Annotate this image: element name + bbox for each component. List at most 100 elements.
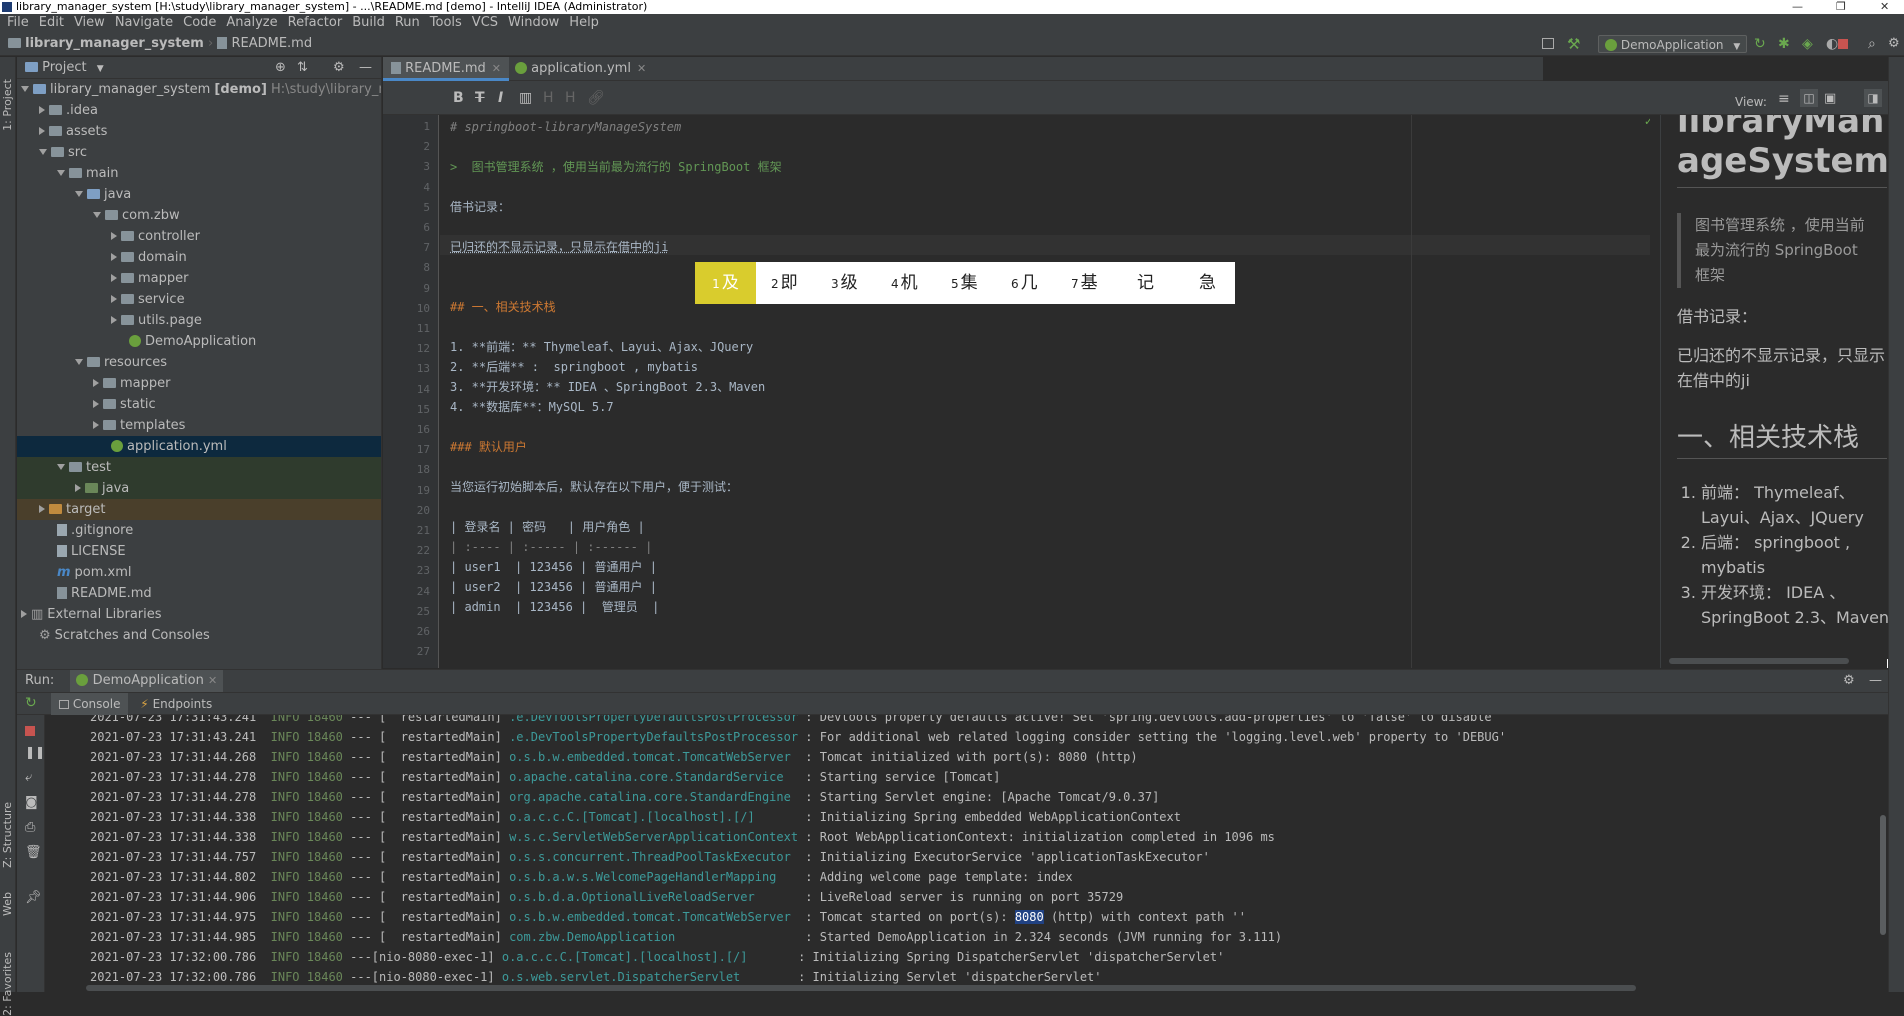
breadcrumb-file[interactable]: README.md — [231, 36, 312, 51]
structure-tool-tab[interactable]: Z: Structure — [1, 802, 14, 868]
menu-view[interactable]: View — [71, 15, 108, 30]
rerun-icon[interactable]: ↻ — [1754, 32, 1766, 56]
ime-candidate-7[interactable]: 7基 — [1071, 262, 1098, 304]
favorites-tool-tab[interactable]: 2: Favorites — [1, 952, 14, 1016]
tree-item-domain[interactable]: domain — [17, 247, 381, 268]
collapse-all-icon[interactable]: ⇅ — [297, 57, 308, 79]
hide-panel-icon[interactable]: — — [1869, 670, 1882, 692]
link-icon[interactable]: 🔗︎ — [587, 90, 605, 106]
tree-item-readme[interactable]: README.md — [17, 583, 381, 604]
chevron-down-icon[interactable]: ▼ — [97, 64, 104, 74]
profiler-icon[interactable]: ◐ — [1826, 32, 1838, 56]
ime-candidate-2[interactable]: 2即 — [771, 262, 798, 304]
ime-candidate-4[interactable]: 4机 — [891, 262, 918, 304]
gear-icon[interactable]: ⚙ — [1843, 670, 1855, 692]
menu-edit[interactable]: Edit — [36, 15, 67, 30]
menu-file[interactable]: File — [4, 15, 32, 30]
tree-item-pom[interactable]: m pom.xml — [17, 562, 381, 583]
minimize-icon[interactable]: — — [1792, 0, 1803, 14]
table-icon[interactable]: ▥ — [519, 90, 532, 106]
preview-scrollbar[interactable] — [1669, 658, 1849, 664]
tree-item-root[interactable]: library_manager_system [demo] H:\study\l… — [17, 79, 381, 100]
run-config-tab[interactable]: DemoApplication ✕ — [70, 670, 224, 692]
tree-item-scratches[interactable]: ⚙ Scratches and Consoles — [17, 625, 381, 646]
layout-icon[interactable] — [1542, 38, 1554, 49]
pin-icon[interactable]: 📌︎ — [25, 890, 42, 905]
tree-item-src[interactable]: src — [17, 142, 381, 163]
tree-item-com-zbw[interactable]: com.zbw — [17, 205, 381, 226]
menu-navigate[interactable]: Navigate — [112, 15, 176, 30]
coverage-shield-icon[interactable]: ◈ — [1802, 32, 1813, 56]
breadcrumb-project[interactable]: library_manager_system — [25, 36, 204, 51]
tree-item-templates[interactable]: templates — [17, 415, 381, 436]
inspection-ok-icon[interactable]: ✓ — [1644, 115, 1650, 128]
restore-icon[interactable]: ❐ — [1836, 0, 1846, 14]
tree-item-license[interactable]: LICENSE — [17, 541, 381, 562]
soft-wrap-icon[interactable]: ⤶ — [25, 770, 32, 785]
console-output[interactable]: 2021-07-23 17:31:43.241 INFO 18460 --- [… — [46, 715, 1888, 992]
strikethrough-icon[interactable]: T — [475, 90, 485, 106]
locate-icon[interactable]: ⊕ — [275, 57, 286, 79]
menu-run[interactable]: Run — [392, 15, 423, 30]
tree-item-resources[interactable]: resources — [17, 352, 381, 373]
tree-item-application-yml[interactable]: application.yml — [17, 436, 381, 457]
menu-analyze[interactable]: Analyze — [223, 15, 280, 30]
menu-tools[interactable]: Tools — [427, 15, 465, 30]
tree-item-controller[interactable]: controller — [17, 226, 381, 247]
ime-candidate-6[interactable]: 6几 — [1011, 262, 1038, 304]
ime-candidate-9[interactable]: 急 — [1199, 262, 1216, 304]
layout-toggle-icon[interactable]: ◨ — [1864, 89, 1882, 107]
console-vertical-scrollbar[interactable] — [1880, 815, 1886, 935]
camera-icon[interactable]: ◙ — [25, 795, 38, 810]
tab-endpoints[interactable]: ⚡ Endpoints — [132, 693, 220, 715]
tree-item-utils-page[interactable]: utils.page — [17, 310, 381, 331]
menu-window[interactable]: Window — [505, 15, 562, 30]
tab-console[interactable]: Console — [51, 693, 129, 715]
close-tab-icon[interactable]: ✕ — [637, 62, 646, 75]
tree-item-java[interactable]: java — [17, 184, 381, 205]
bold-icon[interactable]: B — [453, 90, 464, 106]
menu-build[interactable]: Build — [349, 15, 388, 30]
tab-readme[interactable]: README.md ✕ — [383, 57, 509, 81]
tree-item-assets[interactable]: assets — [17, 121, 381, 142]
tree-item-test[interactable]: test — [17, 457, 381, 478]
tree-item-idea[interactable]: .idea — [17, 100, 381, 121]
tree-item-main[interactable]: main — [17, 163, 381, 184]
close-tab-icon[interactable]: ✕ — [208, 674, 217, 687]
tree-item-external-libraries[interactable]: ▥ External Libraries — [17, 604, 381, 625]
tree-item-service[interactable]: service — [17, 289, 381, 310]
menu-refactor[interactable]: Refactor — [285, 15, 346, 30]
close-tab-icon[interactable]: ✕ — [492, 62, 501, 75]
close-icon[interactable]: ✕ — [1880, 0, 1889, 14]
build-hammer-icon[interactable]: ⚒ — [1567, 32, 1580, 56]
tree-item-target[interactable]: target — [17, 499, 381, 520]
search-icon[interactable]: ⌕ — [1868, 32, 1876, 56]
stop-icon[interactable] — [1838, 39, 1848, 49]
menu-help[interactable]: Help — [566, 15, 602, 30]
ime-candidate-1[interactable]: 1及 — [695, 262, 756, 304]
ime-candidate-8[interactable]: 记 — [1137, 262, 1154, 304]
ime-candidate-3[interactable]: 3级 — [831, 262, 858, 304]
ime-candidate-5[interactable]: 5集 — [951, 262, 978, 304]
project-panel-title[interactable]: Project — [42, 60, 86, 75]
tab-application-yml[interactable]: application.yml ✕ — [507, 57, 654, 81]
tree-item-static[interactable]: static — [17, 394, 381, 415]
debug-bug-icon[interactable]: ✱ — [1778, 32, 1790, 56]
rerun-icon[interactable]: ↻ — [25, 695, 37, 711]
preview-only-icon[interactable]: ▣ — [1824, 91, 1836, 106]
menu-code[interactable]: Code — [180, 15, 219, 30]
tree-item-gitignore[interactable]: .gitignore — [17, 520, 381, 541]
trash-icon[interactable]: 🗑︎ — [25, 845, 42, 860]
web-tool-tab[interactable]: Web — [1, 892, 14, 916]
split-view-icon[interactable]: ◫ — [1800, 89, 1818, 107]
print-icon[interactable]: ⎙ — [25, 820, 35, 835]
menu-vcs[interactable]: VCS — [469, 15, 501, 30]
hide-panel-icon[interactable]: — — [359, 57, 372, 79]
run-config-select[interactable]: DemoApplication ▼ — [1598, 35, 1748, 53]
stop-icon[interactable] — [25, 726, 35, 736]
header-down-icon[interactable]: H — [565, 90, 576, 106]
console-horizontal-scrollbar[interactable] — [86, 985, 1636, 991]
tree-item-mapper[interactable]: mapper — [17, 268, 381, 289]
pause-icon[interactable]: ❚❚ — [25, 745, 45, 759]
tree-item-demoapplication[interactable]: DemoApplication — [17, 331, 381, 352]
